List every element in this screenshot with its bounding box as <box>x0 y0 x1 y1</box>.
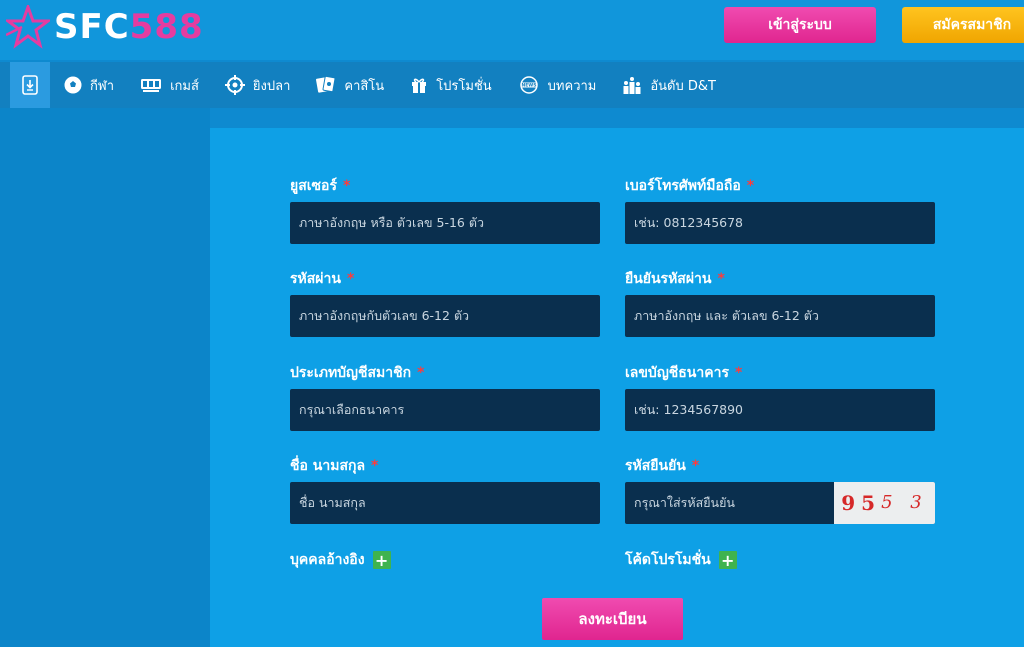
captcha-label-text: รหัสยืนยัน <box>625 458 686 474</box>
ranking-icon <box>622 76 642 94</box>
phone-label-text: เบอร์โทรศัพท์มือถือ <box>625 178 741 194</box>
required-marker: * <box>746 178 755 194</box>
plus-icon[interactable]: + <box>718 551 737 570</box>
nav-label-casino: คาสิโน <box>344 78 385 94</box>
required-marker: * <box>417 365 425 381</box>
left-background <box>0 108 210 647</box>
nav-download[interactable] <box>10 62 50 108</box>
referrer-label: บุคคลอ้างอิง <box>290 552 365 568</box>
nav-label-ranking: อันดับ D&T <box>650 78 716 94</box>
nav-item-games[interactable]: เกมส์ <box>126 62 211 108</box>
register-button[interactable]: สมัครสมาชิก <box>902 7 1024 43</box>
required-marker: * <box>346 271 355 287</box>
captcha-input[interactable]: กรุณาใส่รหัสยืนยัน 95 5 3 <box>625 482 935 524</box>
password-label: รหัสผ่าน * <box>290 269 600 289</box>
password-field-group: รหัสผ่าน * ภาษาอังกฤษกับตัวเลข 6-12 ตัว <box>290 269 600 337</box>
nav-item-sports[interactable]: กีฬา <box>50 62 126 108</box>
captcha-label: รหัสยืนยัน * <box>625 456 935 476</box>
required-marker: * <box>734 365 743 381</box>
logo-text-588: 588 <box>129 7 204 47</box>
mobile-download-icon <box>22 75 38 95</box>
nav-item-casino[interactable]: คาสิโน <box>302 62 396 108</box>
confirm-password-label: ยืนยันรหัสผ่าน * <box>625 269 935 289</box>
account-type-label: ประเภทบัญชีสมาชิก * <box>290 363 600 383</box>
nav-item-promotions[interactable]: โปรโมชั่น <box>396 62 503 108</box>
captcha-placeholder: กรุณาใส่รหัสยืนยัน <box>634 495 735 510</box>
username-label-text: ยูสเซอร์ <box>290 178 337 194</box>
playing-cards-icon <box>316 76 336 94</box>
soccer-ball-icon <box>64 76 82 94</box>
bank-account-input[interactable]: เช่น: 1234567890 <box>625 389 935 431</box>
bank-account-label: เลขบัญชีธนาคาร * <box>625 363 935 383</box>
svg-text:NEWS: NEWS <box>521 83 536 89</box>
nav-label-fishing: ยิงปลา <box>252 78 291 94</box>
confirm-password-input[interactable]: ภาษาอังกฤษ และ ตัวเลข 6-12 ตัว <box>625 295 935 337</box>
crosshair-icon <box>224 75 245 95</box>
bank-select[interactable]: กรุณาเลือกธนาคาร <box>290 389 600 431</box>
phone-field-group: เบอร์โทรศัพท์มือถือ * เช่น: 0812345678 <box>625 176 935 244</box>
required-marker: * <box>342 178 351 194</box>
gift-icon <box>410 76 428 94</box>
phone-label: เบอร์โทรศัพท์มือถือ * <box>625 176 935 196</box>
required-marker: * <box>717 271 725 287</box>
nav-label-articles: บทความ <box>547 78 597 94</box>
phone-input[interactable]: เช่น: 0812345678 <box>625 202 935 244</box>
nav-item-articles[interactable]: NEWS บทความ <box>504 62 609 108</box>
news-icon: NEWS <box>518 76 540 94</box>
header: SFC588 เข้าสู่ระบบ สมัครสมาชิก <box>0 0 1024 60</box>
login-button[interactable]: เข้าสู่ระบบ <box>724 7 876 43</box>
full-name-input[interactable]: ชื่อ นามสกุล <box>290 482 600 524</box>
nav-label-promotions: โปรโมชั่น <box>436 78 492 94</box>
nav-item-fishing[interactable]: ยิงปลา <box>211 62 302 108</box>
captcha-code-part1: 95 <box>841 491 882 515</box>
password-label-text: รหัสผ่าน <box>290 271 341 287</box>
captcha-code-part2: 5 3 <box>881 492 928 513</box>
logo-text-sfc: SFC <box>54 7 130 47</box>
bank-account-field-group: เลขบัญชีธนาคาร * เช่น: 1234567890 <box>625 363 935 431</box>
full-name-label: ชื่อ นามสกุล * <box>290 456 600 476</box>
password-input[interactable]: ภาษาอังกฤษกับตัวเลข 6-12 ตัว <box>290 295 600 337</box>
referrer-toggle[interactable]: บุคคลอ้างอิง + <box>290 549 391 571</box>
slot-machine-icon <box>140 77 162 93</box>
confirm-password-field-group: ยืนยันรหัสผ่าน * ภาษาอังกฤษ และ ตัวเลข 6-… <box>625 269 935 337</box>
nav-item-ranking[interactable]: อันดับ D&T <box>608 62 728 108</box>
promo-code-toggle[interactable]: โค้ดโปรโมชั่น + <box>625 549 737 571</box>
logo-text: SFC588 <box>54 4 204 50</box>
logo[interactable]: SFC588 <box>6 4 204 50</box>
captcha-field-group: รหัสยืนยัน * กรุณาใส่รหัสยืนยัน 95 5 3 <box>625 456 935 524</box>
bank-account-label-text: เลขบัญชีธนาคาร <box>625 365 729 381</box>
required-marker: * <box>691 458 700 474</box>
full-name-label-text: ชื่อ นามสกุล <box>290 458 366 474</box>
main-nav: กีฬา เกมส์ ยิงปลา คาสิโน โปรโมชั่น NEWS … <box>0 62 1024 108</box>
confirm-password-label-text: ยืนยันรหัสผ่าน <box>625 271 712 287</box>
nav-label-games: เกมส์ <box>170 78 199 94</box>
promo-code-label: โค้ดโปรโมชั่น <box>625 552 711 568</box>
account-type-label-text: ประเภทบัญชีสมาชิก <box>290 365 412 381</box>
register-submit-button[interactable]: ลงทะเบียน <box>542 598 683 640</box>
username-label: ยูสเซอร์ * <box>290 176 600 196</box>
captcha-image[interactable]: 95 5 3 <box>834 482 935 524</box>
account-type-field-group: ประเภทบัญชีสมาชิก * กรุณาเลือกธนาคาร <box>290 363 600 431</box>
full-name-field-group: ชื่อ นามสกุล * ชื่อ นามสกุล <box>290 456 600 524</box>
username-field-group: ยูสเซอร์ * ภาษาอังกฤษ หรือ ตัวเลข 5-16 ตั… <box>290 176 600 244</box>
star-logo-icon <box>6 5 50 49</box>
nav-label-sports: กีฬา <box>90 78 115 94</box>
username-input[interactable]: ภาษาอังกฤษ หรือ ตัวเลข 5-16 ตัว <box>290 202 600 244</box>
required-marker: * <box>371 458 379 474</box>
plus-icon[interactable]: + <box>372 551 391 570</box>
